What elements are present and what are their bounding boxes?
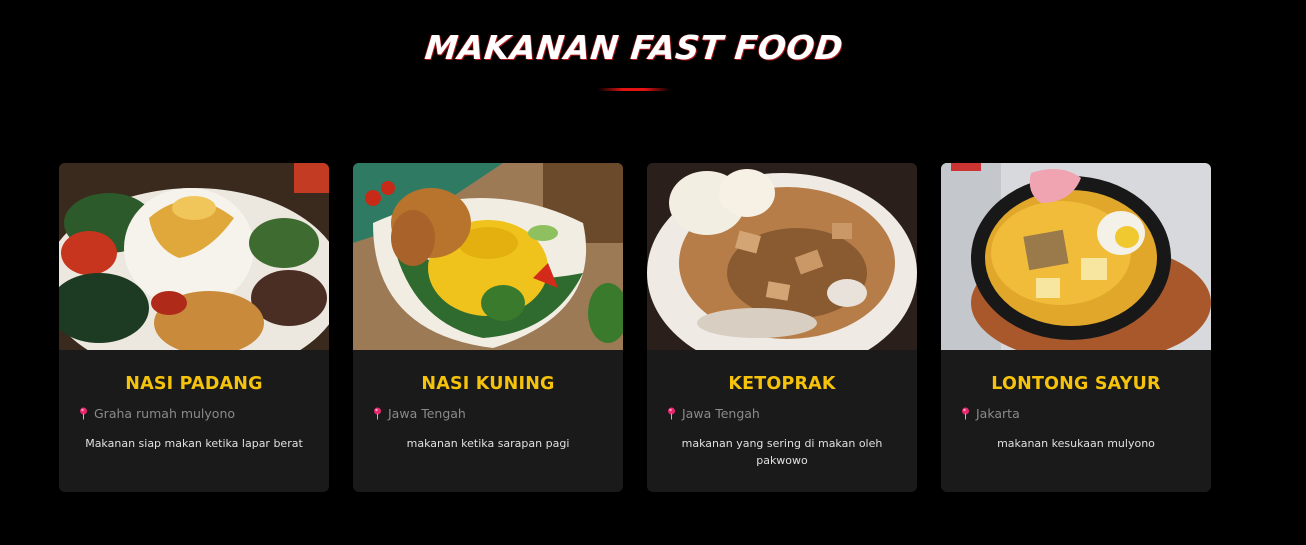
card-location: Jakarta xyxy=(961,406,1211,421)
location-text: Jawa Tengah xyxy=(682,406,760,421)
food-card-nasi-padang[interactable]: NASI PADANG Graha rumah mulyono Makanan … xyxy=(59,163,329,492)
food-card-ketoprak[interactable]: KETOPRAK Jawa Tengah makanan yang sering… xyxy=(647,163,917,492)
map-pin-icon xyxy=(374,407,381,420)
food-image-nasi-padang xyxy=(59,163,329,350)
card-description: makanan ketika sarapan pagi xyxy=(406,437,570,450)
card-location: Jawa Tengah xyxy=(373,406,623,421)
title-underline xyxy=(598,88,670,91)
food-card-list: NASI PADANG Graha rumah mulyono Makanan … xyxy=(59,163,1211,492)
section-title: MAKANAN FAST FOOD xyxy=(422,28,845,67)
food-card-lontong-sayur[interactable]: LONTONG SAYUR Jakarta makanan kesukaan m… xyxy=(941,163,1211,492)
food-image-ketoprak xyxy=(647,163,917,350)
map-pin-icon xyxy=(962,407,969,420)
location-text: Graha rumah mulyono xyxy=(94,406,236,421)
page: MAKANAN FAST FOOD NASI PADANG Graha ruma… xyxy=(0,0,1306,545)
location-text: Jakarta xyxy=(976,406,1020,421)
location-text: Jawa Tengah xyxy=(388,406,466,421)
food-image-nasi-kuning xyxy=(353,163,623,350)
card-title: NASI PADANG xyxy=(125,374,263,394)
card-location: Graha rumah mulyono xyxy=(79,406,329,421)
map-pin-icon xyxy=(668,407,675,420)
card-description: makanan yang sering di makan oleh pakwow… xyxy=(681,437,883,467)
card-description: Makanan siap makan ketika lapar berat xyxy=(85,437,303,450)
card-title: NASI KUNING xyxy=(421,374,555,394)
card-title: LONTONG SAYUR xyxy=(991,374,1161,394)
card-location: Jawa Tengah xyxy=(667,406,917,421)
food-image-lontong-sayur xyxy=(941,163,1211,350)
card-title: KETOPRAK xyxy=(728,374,836,394)
card-description: makanan kesukaan mulyono xyxy=(997,437,1155,450)
map-pin-icon xyxy=(80,407,87,420)
food-card-nasi-kuning[interactable]: NASI KUNING Jawa Tengah makanan ketika s… xyxy=(353,163,623,492)
